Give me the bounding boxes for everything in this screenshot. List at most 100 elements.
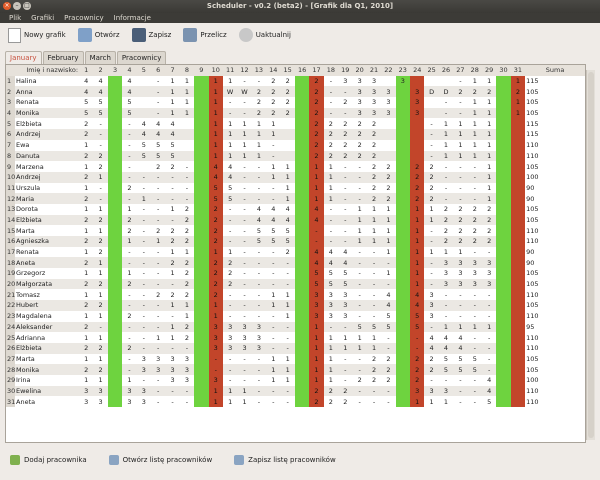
shift-cell[interactable]: 3: [481, 278, 497, 290]
shift-cell[interactable]: 1: [424, 396, 439, 407]
table-row[interactable]: 1 Halina 4 4 4-1 1 1 1- -2 2 2-3 3 3 3-1 1 1 115: [6, 75, 585, 87]
shift-cell[interactable]: -: [237, 214, 252, 226]
shift-cell[interactable]: 1: [481, 193, 497, 204]
shift-cell[interactable]: 2: [424, 171, 439, 183]
shift-cell[interactable]: 1: [208, 129, 223, 140]
shift-cell[interactable]: [136, 107, 151, 119]
shift-cell[interactable]: [424, 107, 439, 119]
shift-cell[interactable]: 1: [79, 203, 94, 215]
shift-cell[interactable]: 3: [323, 310, 339, 322]
shift-cell[interactable]: 3: [222, 342, 238, 354]
shift-cell[interactable]: 1: [410, 214, 425, 226]
shift-cell[interactable]: 2: [309, 150, 324, 162]
shift-cell[interactable]: [510, 257, 526, 269]
shift-cell[interactable]: -: [323, 236, 339, 247]
shift-cell[interactable]: 5: [136, 139, 151, 151]
shift-cell[interactable]: -: [424, 139, 439, 151]
shift-cell[interactable]: -: [381, 342, 396, 354]
shift-cell[interactable]: 1: [467, 97, 482, 108]
menu-informacje[interactable]: Informacje: [114, 13, 151, 23]
shift-cell[interactable]: [395, 236, 411, 247]
shift-cell[interactable]: 1: [122, 203, 137, 215]
shift-cell[interactable]: -: [481, 353, 497, 365]
shift-cell[interactable]: 5: [208, 193, 223, 204]
shift-cell[interactable]: 2: [208, 225, 223, 236]
shift-cell[interactable]: -: [251, 364, 267, 375]
shift-cell[interactable]: 5: [338, 268, 353, 279]
shift-cell[interactable]: 2: [381, 353, 396, 365]
shift-cell[interactable]: [395, 118, 411, 130]
shift-cell[interactable]: [179, 129, 195, 140]
shift-cell[interactable]: 1: [222, 139, 238, 151]
shift-cell[interactable]: -: [122, 150, 137, 162]
shift-cell[interactable]: 2: [309, 86, 324, 98]
shift-cell[interactable]: 2: [309, 129, 324, 140]
shift-cell[interactable]: [294, 182, 310, 194]
shift-cell[interactable]: 1: [410, 246, 425, 258]
shift-cell[interactable]: 2: [510, 86, 526, 98]
shift-cell[interactable]: -: [237, 225, 252, 236]
shift-cell[interactable]: 2: [93, 342, 108, 354]
table-row[interactable]: 9 Marzena 1 2-2 2-4 4- -1 1 1 1- -2 2 2 2- - -1 105: [6, 161, 585, 172]
shift-cell[interactable]: 1: [208, 246, 223, 258]
table-row[interactable]: 20 Małgorzata 2 2 2- - -2 2 2- - - -5 5 5- - -1-3 3 3 3 105: [6, 278, 585, 290]
shift-cell[interactable]: 2: [79, 236, 94, 247]
shift-cell[interactable]: [194, 364, 209, 375]
shift-cell[interactable]: -: [453, 75, 468, 87]
shift-cell[interactable]: [496, 257, 511, 269]
shift-cell[interactable]: 4: [309, 203, 324, 215]
shift-cell[interactable]: 3: [222, 332, 238, 343]
table-row[interactable]: 3 Renata 5 5 5-1 1 1- -2 2 2 2-2 3 3 3 3- -1 1 1 105: [6, 97, 585, 108]
shift-cell[interactable]: 3: [381, 97, 396, 108]
shift-cell[interactable]: [294, 86, 310, 98]
shift-cell[interactable]: [194, 182, 209, 194]
shift-cell[interactable]: 1: [366, 236, 382, 247]
shift-cell[interactable]: 2: [93, 214, 108, 226]
shift-cell[interactable]: -: [352, 289, 367, 301]
shift-cell[interactable]: -: [122, 289, 137, 301]
shift-cell[interactable]: 2: [309, 75, 324, 87]
shift-cell[interactable]: [424, 97, 439, 108]
shift-cell[interactable]: 1: [208, 385, 223, 397]
shift-cell[interactable]: 2: [338, 139, 353, 151]
shift-cell[interactable]: 3: [237, 342, 252, 354]
shift-cell[interactable]: 1: [266, 118, 281, 130]
shift-cell[interactable]: 3: [366, 107, 382, 119]
shift-cell[interactable]: [510, 278, 526, 290]
shift-cell[interactable]: [395, 364, 411, 375]
shift-cell[interactable]: 4: [453, 332, 468, 343]
shift-cell[interactable]: -: [481, 289, 497, 301]
shift-cell[interactable]: 1: [208, 107, 223, 119]
shift-cell[interactable]: -: [165, 214, 180, 226]
shift-cell[interactable]: -: [136, 342, 151, 354]
shift-cell[interactable]: -: [424, 268, 439, 279]
shift-cell[interactable]: [194, 342, 209, 354]
shift-cell[interactable]: 2: [352, 129, 367, 140]
shift-cell[interactable]: 3: [352, 107, 367, 119]
shift-cell[interactable]: -: [352, 396, 367, 407]
shift-cell[interactable]: [395, 342, 411, 354]
shift-cell[interactable]: 1: [481, 321, 497, 333]
shift-cell[interactable]: -: [481, 332, 497, 343]
shift-cell[interactable]: [395, 161, 411, 172]
shift-cell[interactable]: 5: [251, 225, 267, 236]
shift-cell[interactable]: [410, 118, 425, 130]
shift-cell[interactable]: -: [251, 182, 267, 194]
shift-cell[interactable]: -: [381, 396, 396, 407]
shift-cell[interactable]: 1: [381, 236, 396, 247]
shift-cell[interactable]: -: [150, 257, 166, 269]
shift-cell[interactable]: -: [453, 107, 468, 119]
shift-cell[interactable]: -: [237, 203, 252, 215]
shift-cell[interactable]: 1: [481, 182, 497, 194]
shift-cell[interactable]: 3: [150, 353, 166, 365]
shift-cell[interactable]: 1: [481, 75, 497, 87]
shift-cell[interactable]: 1: [208, 310, 223, 322]
shift-cell[interactable]: -: [280, 396, 295, 407]
shift-cell[interactable]: 2: [366, 182, 382, 194]
shift-cell[interactable]: -: [222, 289, 238, 301]
shift-cell[interactable]: [136, 161, 151, 172]
shift-cell[interactable]: -: [165, 396, 180, 407]
shift-cell[interactable]: [194, 203, 209, 215]
shift-cell[interactable]: -: [251, 278, 267, 290]
shift-cell[interactable]: 3: [208, 374, 223, 386]
